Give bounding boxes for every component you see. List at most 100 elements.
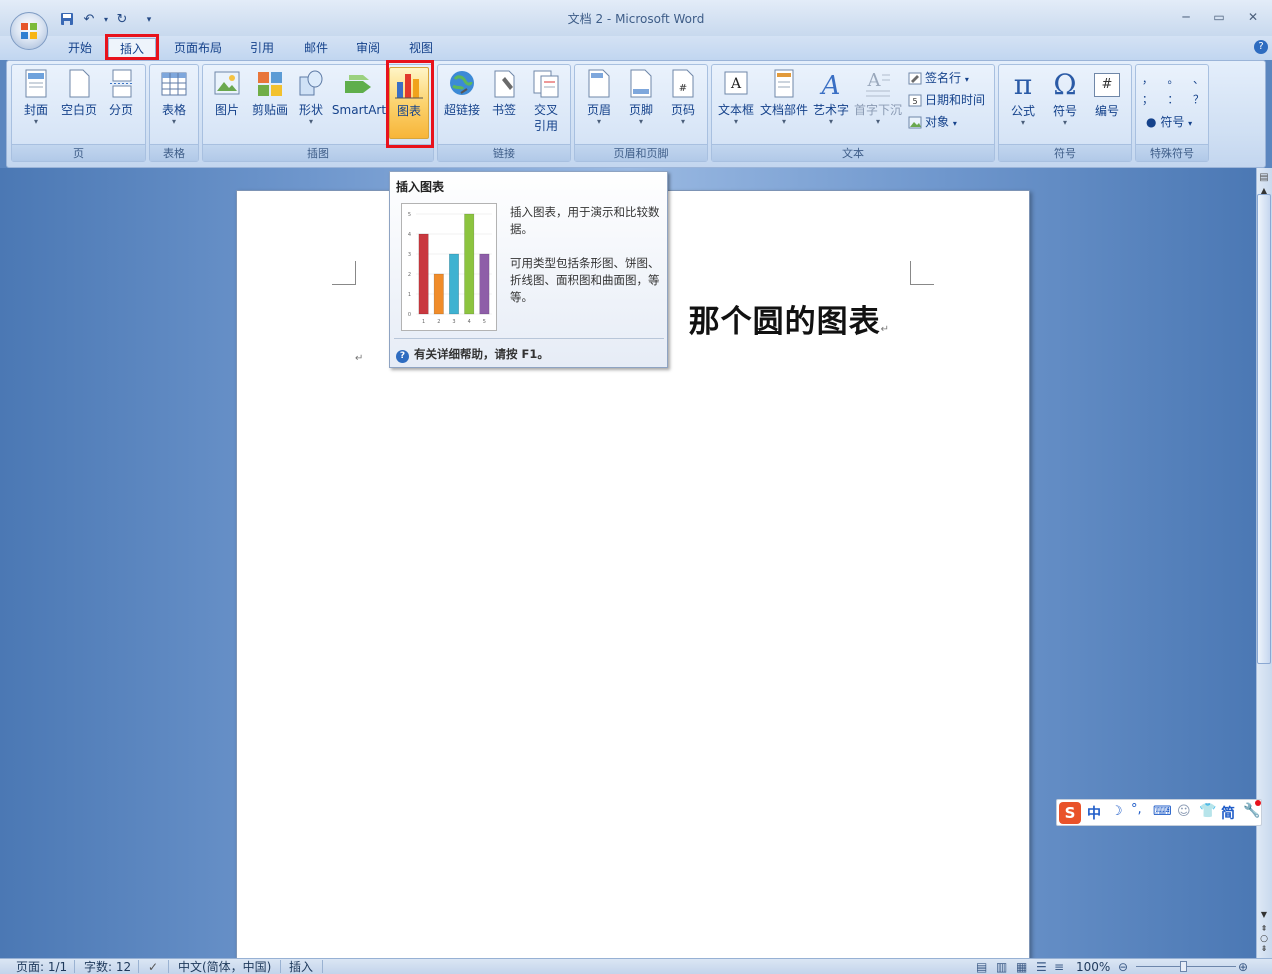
status-separator [280,960,281,973]
punctuation-icon[interactable]: °, [1131,802,1142,817]
view-print-layout-icon[interactable]: ▤ [976,960,987,974]
view-outline-icon[interactable]: ☰ [1036,960,1047,974]
keyboard-icon[interactable]: ⌨ [1153,804,1172,819]
dropdown-arrow-icon: ▾ [781,117,786,126]
zoom-in-icon[interactable]: ⊕ [1238,960,1248,974]
picture-button[interactable]: 图片 [207,67,247,118]
dropdown-arrow-icon: ▾ [1062,118,1067,127]
textbox-button[interactable]: A 文本框 ▾ [714,67,758,126]
bookmark-icon [494,70,515,98]
undo-icon[interactable]: ↶ [80,12,98,28]
page-break-button[interactable]: 分页 [102,67,140,118]
zoom-out-icon[interactable]: ⊖ [1118,960,1128,974]
symbol-icon: Ω [1053,68,1077,101]
help-icon[interactable]: ? [1254,40,1268,54]
ime-toolbar[interactable]: S 中 ☽ °, ⌨ ☺ 👕 简 🔧 [1056,799,1262,826]
signature-line-icon [908,72,922,85]
minimize-button[interactable]: ─ [1174,10,1198,26]
svg-text:A: A [730,76,742,92]
textbox-label: 文本框 [717,103,754,117]
group-header-footer: 页眉 ▾ 页脚 ▾ # 页码 ▾ 页眉和页脚 [574,64,708,162]
scroll-up-icon[interactable]: ▲ [1258,186,1270,195]
zoom-level[interactable]: 100% [1076,960,1110,974]
numbering-button[interactable]: # 编号 [1087,67,1127,119]
maximize-button[interactable]: ▭ [1207,10,1231,26]
office-button[interactable] [10,12,48,50]
tab-mailings[interactable]: 邮件 [296,38,336,58]
tooltip-description-1: 插入图表，用于演示和比较数据。 [510,205,660,236]
zoom-slider-thumb[interactable] [1180,961,1187,972]
hyperlink-button[interactable]: 超链接 [440,67,484,118]
status-language[interactable]: 中文(简体，中国) [178,960,271,974]
symbol-button[interactable]: Ω 符号 ▾ [1045,67,1085,127]
save-icon[interactable] [58,12,76,28]
clipart-button[interactable]: 剪贴画 [247,67,293,118]
cross-reference-button[interactable]: 交叉 引用 [526,67,566,134]
scrollbar-thumb[interactable] [1257,194,1271,664]
hyperlink-icon [450,71,474,95]
special-symbol-comma[interactable]: ， [1142,71,1153,87]
quick-parts-icon [774,69,794,98]
signature-line-button[interactable]: 签名行 ▾ [908,69,969,86]
date-time-button[interactable]: 5 日期和时间 [908,91,985,108]
close-button[interactable]: ✕ [1241,10,1265,26]
special-symbol-enum-comma[interactable]: 、 [1193,71,1204,87]
tab-home[interactable]: 开始 [60,38,100,58]
smartart-button[interactable]: SmartArt [331,67,387,118]
object-label: 对象 [925,115,950,129]
tab-review[interactable]: 审阅 [348,38,388,58]
special-symbol-semicolon[interactable]: ； [1142,91,1153,107]
group-links: 超链接 书签 交叉 引用 链接 [437,64,571,162]
status-page[interactable]: 页面: 1/1 [16,960,67,974]
view-web-layout-icon[interactable]: ▦ [1016,960,1027,974]
group-label-pages: 页 [12,144,145,161]
status-insert-mode[interactable]: 插入 [289,960,313,974]
view-full-screen-icon[interactable]: ▥ [996,960,1007,974]
special-symbol-more-button[interactable]: ● 符号 ▾ [1146,113,1192,130]
tab-view[interactable]: 视图 [401,38,441,58]
chart-y-tick: 5 [408,212,411,218]
wordart-button[interactable]: A 艺术字 ▾ [810,67,852,126]
special-symbol-question[interactable]: ？ [1193,91,1204,107]
margin-corner-top-left [332,261,356,285]
ime-mode-chinese[interactable]: 中 [1087,803,1101,823]
drop-cap-button[interactable]: A 首字下沉 ▾ [852,67,904,126]
next-page-icon[interactable]: ⇟ [1258,944,1270,954]
wordart-label: 艺术字 [812,103,849,117]
special-symbol-colon[interactable]: ： [1168,91,1179,107]
half-width-moon-icon[interactable]: ☽ [1111,804,1123,819]
select-browse-object-icon[interactable]: ○ [1258,934,1270,944]
scroll-down-icon[interactable]: ▼ [1258,910,1270,922]
table-button[interactable]: 表格 ▾ [154,67,194,126]
status-words[interactable]: 字数: 12 [84,960,131,974]
object-button[interactable]: 对象 ▾ [908,113,957,130]
blank-page-button[interactable]: 空白页 [58,67,100,118]
header-button[interactable]: 页眉 ▾ [579,67,619,126]
tab-references[interactable]: 引用 [242,38,282,58]
cover-page-button[interactable]: 封面 ▾ [16,67,56,126]
equation-icon: π [1013,68,1033,101]
ruler-toggle-icon[interactable]: ▤ [1258,172,1270,186]
special-symbol-period[interactable]: 。 [1168,71,1179,87]
equation-button[interactable]: π 公式 ▾ [1003,67,1043,127]
group-special-symbols: ， 。 、 ； ： ？ ● 符号 ▾ 特殊符号 [1135,64,1209,162]
user-icon[interactable]: ☺ [1177,804,1191,819]
customize-icon[interactable]: ▾ [140,12,158,28]
quick-parts-button[interactable]: 文档部件 ▾ [758,67,810,126]
view-draft-icon[interactable]: ≡ [1054,960,1064,974]
svg-text:#: # [679,83,687,94]
previous-page-icon[interactable]: ⇞ [1258,924,1270,934]
tooltip-separator [394,338,664,339]
proofing-icon[interactable]: ✓ [148,960,158,974]
footer-button[interactable]: 页脚 ▾ [621,67,661,126]
page-number-button[interactable]: # 页码 ▾ [663,67,703,126]
shapes-button[interactable]: 形状 ▾ [293,67,329,126]
group-label-symbols: 符号 [999,144,1131,161]
tab-page-layout[interactable]: 页面布局 [166,38,230,58]
wordart-icon: A [820,71,841,99]
bookmark-button[interactable]: 书签 [484,67,524,118]
group-symbols: π 公式 ▾ Ω 符号 ▾ # 编号 符号 [998,64,1132,162]
skin-shirt-icon[interactable]: 👕 [1199,803,1216,819]
redo-icon[interactable]: ↻ [113,12,131,28]
ime-simplified-toggle[interactable]: 简 [1221,803,1235,823]
